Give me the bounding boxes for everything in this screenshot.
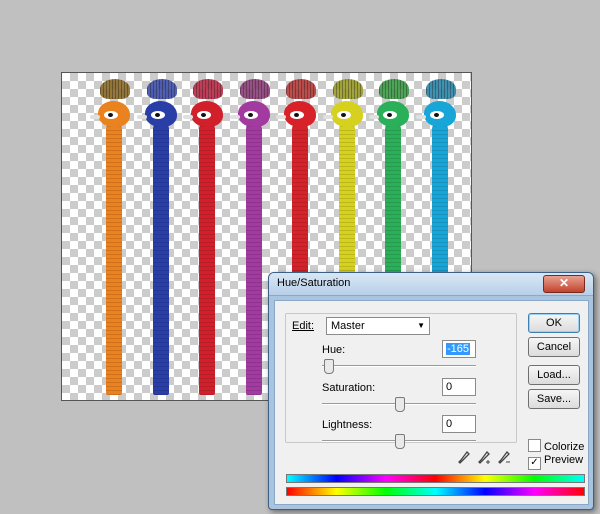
cancel-button[interactable]: Cancel xyxy=(528,337,580,357)
peacock-head xyxy=(229,101,270,127)
hue-label: Hue: xyxy=(322,344,346,356)
peacock-head xyxy=(369,101,409,127)
peacock-head xyxy=(415,101,456,127)
peacock-neck xyxy=(245,123,262,395)
peacock-eye xyxy=(383,111,397,119)
colorize-label: Colorize xyxy=(544,441,585,453)
peacock-eye xyxy=(197,111,211,119)
original-spectrum-bar xyxy=(286,487,585,496)
peacock-head xyxy=(136,101,177,127)
saturation-input[interactable]: 0 xyxy=(442,378,476,396)
peacock-eye xyxy=(429,111,444,119)
chevron-down-icon: ▼ xyxy=(417,321,425,330)
lightness-slider-thumb[interactable] xyxy=(395,434,405,449)
peacock-figure xyxy=(90,79,136,397)
dialog-body: Edit: Master ▼ Hue: -165 Saturation: 0 L… xyxy=(274,300,589,505)
peacock-neck xyxy=(106,123,122,395)
peacock-eye xyxy=(243,111,258,119)
peacock-eye xyxy=(150,111,165,119)
dialog-titlebar[interactable]: Hue/Saturation ✕ xyxy=(269,273,593,296)
edit-label-text: Edit: xyxy=(292,320,315,332)
hue-input[interactable]: -165 xyxy=(442,340,476,358)
colorize-box[interactable] xyxy=(528,439,541,452)
peacock-figure xyxy=(136,79,183,397)
peacock-crest xyxy=(379,79,409,99)
peacock-eye xyxy=(336,111,351,119)
peacock-eye xyxy=(104,111,118,119)
peacock-head xyxy=(183,101,223,127)
peacock-head xyxy=(276,101,316,127)
peacock-beak xyxy=(322,115,333,119)
preview-box[interactable]: ✓ xyxy=(528,457,541,470)
saturation-label: Saturation: xyxy=(322,382,376,394)
preview-label: Preview xyxy=(544,454,584,466)
peacock-crest xyxy=(286,79,316,99)
adjustment-group: Edit: Master ▼ Hue: -165 Saturation: 0 L… xyxy=(285,313,517,449)
peacock-beak xyxy=(369,115,379,119)
peacock-figure xyxy=(183,79,229,397)
peacock-beak xyxy=(276,115,286,119)
peacock-crest xyxy=(100,79,130,99)
save-button[interactable]: Save... xyxy=(528,389,580,409)
peacock-crest xyxy=(193,79,223,99)
peacock-neck xyxy=(152,123,169,395)
eyedropper-icon[interactable] xyxy=(458,451,470,468)
saturation-slider-thumb[interactable] xyxy=(395,397,405,412)
eyedropper-plus-icon[interactable] xyxy=(478,451,492,468)
close-button[interactable]: ✕ xyxy=(543,275,585,293)
hue-slider-thumb[interactable] xyxy=(324,359,335,374)
peacock-head xyxy=(90,101,130,127)
peacock-beak xyxy=(90,115,100,119)
peacock-head xyxy=(322,101,363,127)
peacock-crest xyxy=(146,79,177,99)
peacock-crest xyxy=(425,79,456,99)
peacock-neck xyxy=(199,123,215,395)
hue-shift-spectrum-bar xyxy=(286,474,585,483)
eyedropper-minus-icon[interactable] xyxy=(498,451,512,468)
peacock-beak xyxy=(415,115,426,119)
peacock-eye xyxy=(290,111,304,119)
peacock-crest xyxy=(332,79,363,99)
peacock-beak xyxy=(229,115,240,119)
edit-select[interactable]: Master ▼ xyxy=(326,317,430,335)
peacock-beak xyxy=(136,115,147,119)
hue-slider-track[interactable] xyxy=(322,365,476,366)
edit-select-value: Master xyxy=(331,320,365,332)
colorize-checkbox[interactable]: Colorize xyxy=(528,439,584,453)
lightness-label: Lightness: xyxy=(322,419,373,431)
preview-checkbox[interactable]: ✓ Preview xyxy=(528,454,583,470)
peacock-crest xyxy=(239,79,270,99)
ok-button[interactable]: OK xyxy=(528,313,580,333)
peacock-beak xyxy=(183,115,193,119)
edit-label: Edit: xyxy=(292,320,314,332)
lightness-input[interactable]: 0 xyxy=(442,415,476,433)
dialog-title: Hue/Saturation xyxy=(277,277,351,289)
hue-value: -165 xyxy=(446,343,471,355)
load-button[interactable]: Load... xyxy=(528,365,580,385)
hue-saturation-dialog: Hue/Saturation ✕ Edit: Master ▼ Hue: -16… xyxy=(268,272,594,510)
